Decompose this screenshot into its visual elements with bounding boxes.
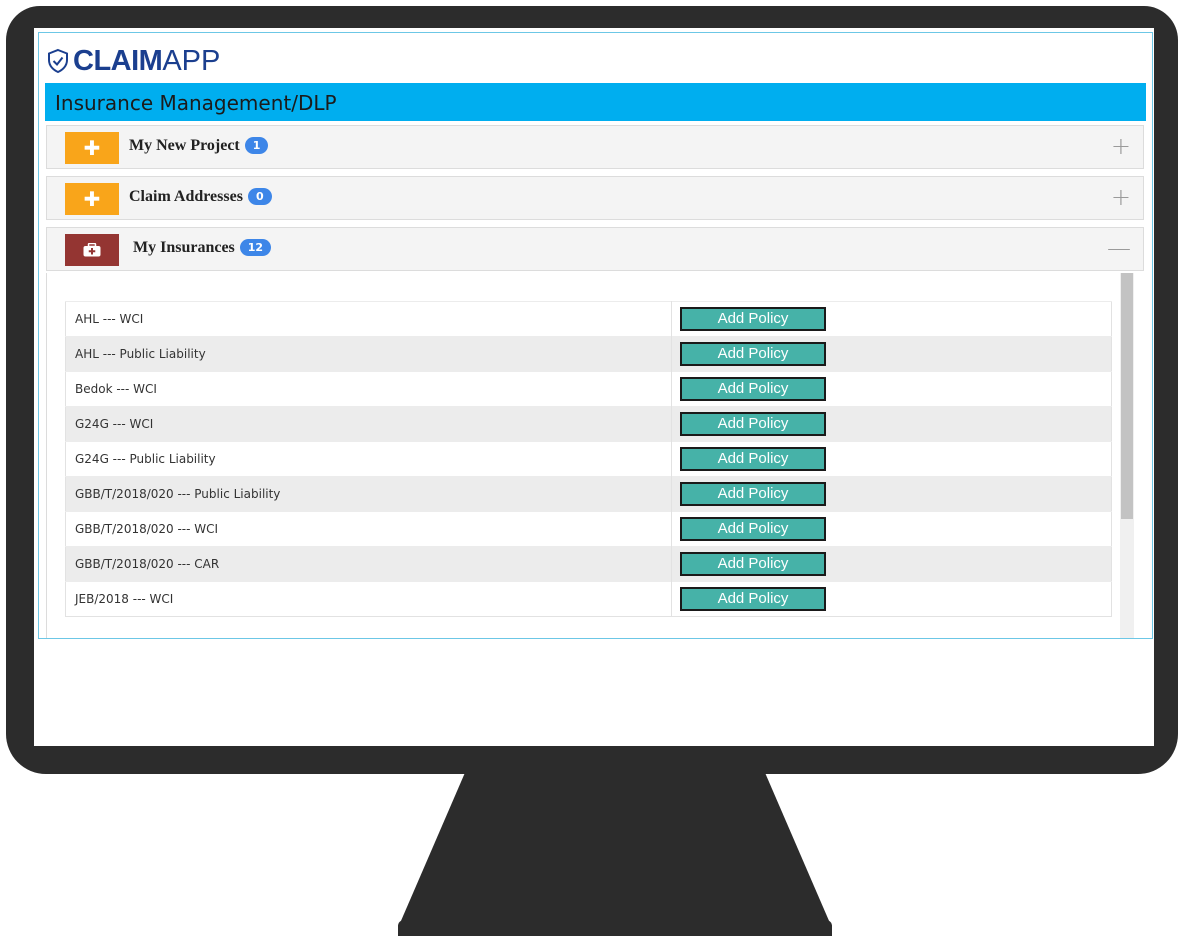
table-row: AHL --- WCI Add Policy [65, 301, 1112, 337]
count-badge: 12 [239, 239, 272, 256]
add-policy-button[interactable]: Add Policy [680, 587, 826, 611]
policy-name: G24G --- WCI [65, 406, 672, 442]
collapse-icon[interactable]: — [1107, 234, 1131, 262]
add-policy-button[interactable]: Add Policy [680, 412, 826, 436]
shield-check-icon [48, 48, 68, 74]
policy-action-cell: Add Policy [671, 476, 1112, 512]
add-policy-button[interactable]: Add Policy [680, 342, 826, 366]
medical-kit-icon [65, 234, 119, 266]
policy-name: AHL --- Public Liability [65, 336, 672, 372]
table-row: G24G --- Public Liability Add Policy [65, 441, 1112, 477]
panel-title: My Insurances 12 [133, 239, 272, 257]
monitor-stand-base [398, 920, 832, 936]
page-title: Insurance Management/DLP [45, 83, 1146, 121]
count-badge: 0 [247, 188, 272, 205]
table-row: JEB/2018 --- WCI Add Policy [65, 581, 1112, 617]
table-row: GBB/T/2018/020 --- CAR Add Policy [65, 546, 1112, 582]
monitor-stand [398, 772, 832, 936]
policy-action-cell: Add Policy [671, 406, 1112, 442]
plus-icon: ✚ [65, 183, 119, 215]
medical-kit-icon-glyph [83, 243, 101, 257]
expand-icon[interactable]: + [1111, 132, 1131, 160]
scrollbar[interactable] [1120, 273, 1134, 638]
policy-name: G24G --- Public Liability [65, 441, 672, 477]
table-row: GBB/T/2018/020 --- Public Liability Add P… [65, 476, 1112, 512]
count-badge: 1 [244, 137, 269, 154]
policy-action-cell: Add Policy [671, 511, 1112, 547]
policy-table: AHL --- WCI Add Policy AHL --- Public Liab… [65, 301, 1112, 617]
add-policy-button[interactable]: Add Policy [680, 377, 826, 401]
add-policy-button[interactable]: Add Policy [680, 517, 826, 541]
add-policy-button[interactable]: Add Policy [680, 447, 826, 471]
panel-title: Claim Addresses 0 [129, 188, 272, 206]
table-row: GBB/T/2018/020 --- WCI Add Policy [65, 511, 1112, 547]
policy-name: GBB/T/2018/020 --- Public Liability [65, 476, 672, 512]
panel-title-text: Claim Addresses [129, 188, 243, 205]
panel-title-text: My New Project [129, 137, 240, 154]
policy-name: JEB/2018 --- WCI [65, 581, 672, 617]
policy-action-cell: Add Policy [671, 546, 1112, 582]
policy-name: AHL --- WCI [65, 301, 672, 337]
scrollbar-thumb[interactable] [1121, 273, 1133, 519]
policy-action-cell: Add Policy [671, 441, 1112, 477]
policy-name: GBB/T/2018/020 --- WCI [65, 511, 672, 547]
table-row: Bedok --- WCI Add Policy [65, 371, 1112, 407]
plus-icon: ✚ [65, 132, 119, 164]
policy-action-cell: Add Policy [671, 371, 1112, 407]
policy-name: GBB/T/2018/020 --- CAR [65, 546, 672, 582]
policy-name: Bedok --- WCI [65, 371, 672, 407]
policy-action-cell: Add Policy [671, 301, 1112, 337]
logo-text-light: APP [162, 44, 221, 77]
logo-text-strong: CLAIM [73, 44, 163, 77]
panel-claim-addresses[interactable]: ✚ Claim Addresses 0 + [46, 176, 1144, 220]
panel-title-text: My Insurances [133, 239, 235, 256]
insurances-panel-body: AHL --- WCI Add Policy AHL --- Public Liab… [46, 273, 1144, 638]
policy-action-cell: Add Policy [671, 581, 1112, 617]
add-policy-button[interactable]: Add Policy [680, 552, 826, 576]
table-row: AHL --- Public Liability Add Policy [65, 336, 1112, 372]
add-policy-button[interactable]: Add Policy [680, 482, 826, 506]
policy-action-cell: Add Policy [671, 336, 1112, 372]
panel-title: My New Project 1 [129, 137, 269, 155]
table-row: G24G --- WCI Add Policy [65, 406, 1112, 442]
app-logo[interactable]: CLAIM APP [47, 43, 220, 79]
panel-my-new-project[interactable]: ✚ My New Project 1 + [46, 125, 1144, 169]
app-window: CLAIM APP Insurance Management/DLP ✚ My N… [38, 32, 1153, 639]
expand-icon[interactable]: + [1111, 183, 1131, 211]
panel-my-insurances[interactable]: My Insurances 12 — [46, 227, 1144, 271]
add-policy-button[interactable]: Add Policy [680, 307, 826, 331]
